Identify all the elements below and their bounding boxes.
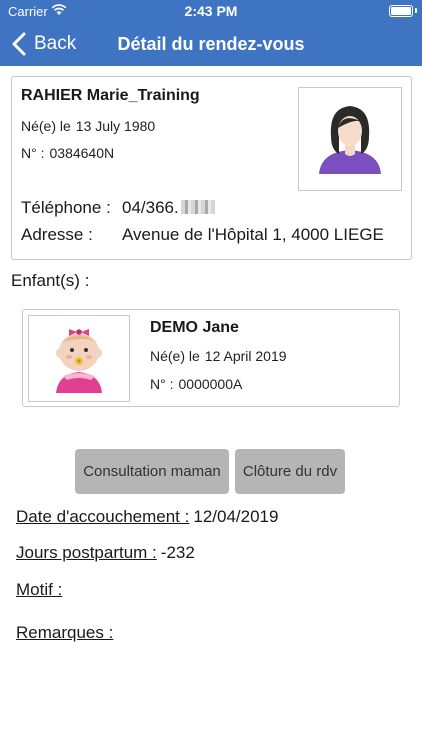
delivery-date-value: 12/04/2019 (193, 507, 279, 526)
child-number-label: N° : (150, 376, 174, 392)
child-card[interactable]: DEMO Jane Né(e) le 12 April 2019 N° :0000… (22, 309, 400, 407)
patient-number: N° :0384640N (21, 145, 114, 161)
baby-girl-avatar-icon (28, 315, 130, 402)
patient-number-value: 0384640N (49, 145, 115, 161)
patient-birth-value: 13 July 1980 (75, 118, 156, 134)
patient-card[interactable]: RAHIER Marie_Training Né(e) le 13 July 19… (11, 76, 412, 260)
phone-label: Téléphone : (21, 198, 111, 217)
consultation-maman-button[interactable]: Consultation maman (75, 449, 229, 494)
woman-avatar-icon (298, 87, 402, 191)
patient-number-label: N° : (21, 145, 45, 161)
page-title: Détail du rendez-vous (0, 34, 422, 55)
child-birth-date: Né(e) le 12 April 2019 (150, 348, 287, 364)
phone-value: 04/366. (122, 198, 215, 218)
postpartum-days-row: Jours postpartum : -232 (16, 543, 195, 563)
battery-icon (389, 5, 413, 17)
address-value: Avenue de l'Hôpital 1, 4000 LIEGE (122, 225, 384, 244)
child-birth-value: 12 April 2019 (204, 348, 287, 364)
redacted-blur (180, 200, 215, 214)
delivery-date-label: Date d'accouchement : (16, 507, 190, 526)
patient-phone: Téléphone : 04/366. (21, 198, 401, 220)
close-appointment-button[interactable]: Clôture du rdv (235, 449, 345, 494)
remarks-row: Remarques : (16, 623, 113, 643)
patient-name: RAHIER Marie_Training (21, 87, 200, 104)
battery-tip (415, 8, 417, 13)
patient-birth-label: Né(e) le (21, 118, 71, 134)
postpartum-days-label: Jours postpartum : (16, 543, 157, 562)
page-title-text: Détail du rendez-vous (117, 34, 305, 54)
address-label: Adresse : (21, 225, 93, 244)
patient-birth-date: Né(e) le 13 July 1980 (21, 118, 155, 134)
delivery-date-row: Date d'accouchement :12/04/2019 (16, 507, 278, 527)
phone-value-text: 04/366. (122, 198, 179, 217)
motif-row: Motif : (16, 580, 62, 600)
clock: 2:43 PM (184, 3, 238, 19)
remarks-label: Remarques : (16, 623, 114, 642)
postpartum-days-value: -232 (160, 543, 195, 562)
patient-address: Adresse : Avenue de l'Hôpital 1, 4000 LI… (21, 225, 401, 247)
navigation-bar: Carrier 2:43 PM Back Détail du rendez-vo… (0, 0, 422, 66)
child-birth-label: Né(e) le (150, 348, 200, 364)
motif-label: Motif : (16, 580, 63, 599)
children-label: Enfant(s) : (11, 271, 90, 290)
child-number-value: 0000000A (178, 376, 243, 392)
status-bar: Carrier 2:43 PM (0, 0, 422, 22)
child-name: DEMO Jane (150, 319, 239, 336)
nav-header: Back Détail du rendez-vous (0, 22, 422, 66)
child-number: N° :0000000A (150, 376, 242, 392)
